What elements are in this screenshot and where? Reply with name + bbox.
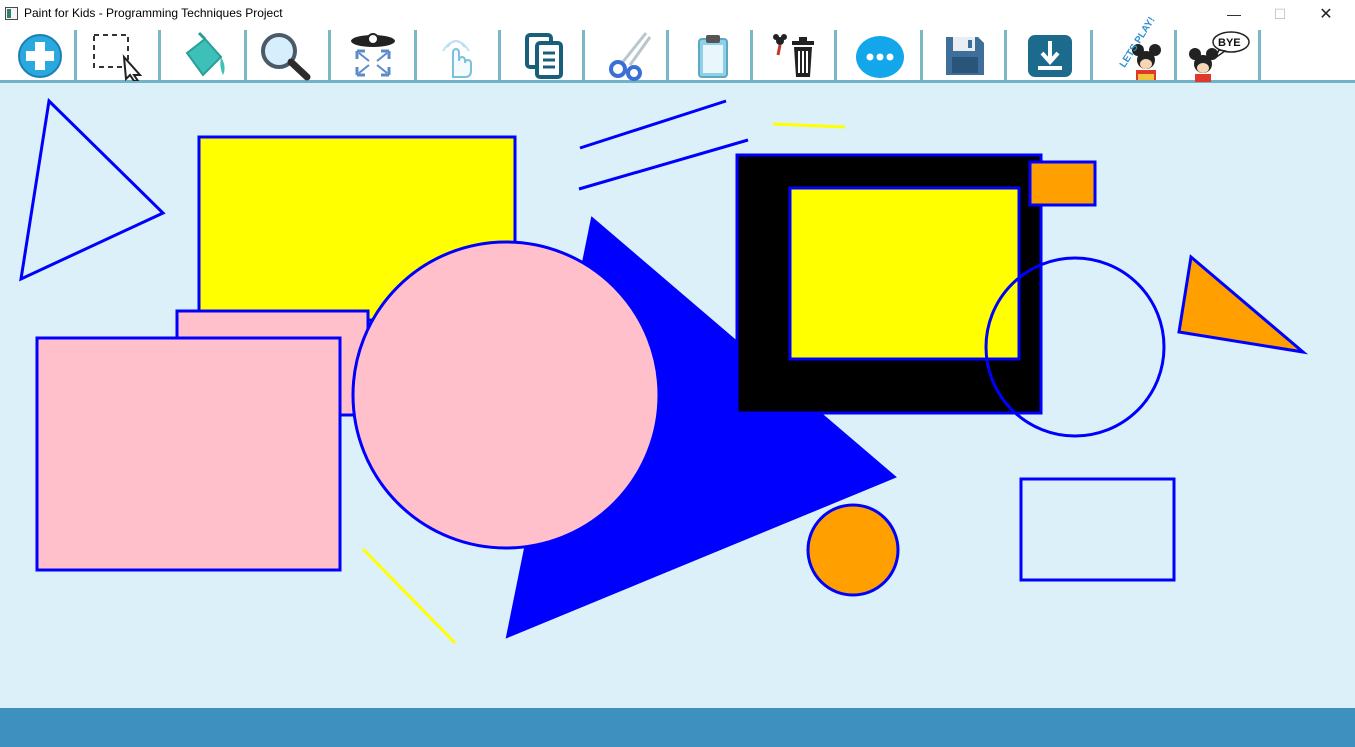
exit-label: BYE — [1218, 37, 1241, 49]
toolbar-separator — [666, 30, 669, 80]
toolbar-separator — [1090, 30, 1093, 80]
paste-button[interactable] — [672, 31, 752, 80]
close-button[interactable]: ✕ — [1303, 0, 1349, 28]
toolbar-separator — [834, 30, 837, 80]
copy-button[interactable] — [503, 31, 583, 80]
inner-yellow-rectangle[interactable] — [788, 186, 1021, 361]
add-figure-icon — [18, 33, 62, 78]
delete-button[interactable] — [756, 31, 836, 80]
toolbar-separator — [328, 30, 331, 80]
blue-line-top[interactable] — [579, 99, 727, 150]
toolbar-separator — [498, 30, 501, 80]
zoom-icon — [261, 32, 311, 80]
resize-button[interactable] — [333, 31, 413, 80]
yellow-line-bottom[interactable] — [361, 547, 457, 645]
more-icon — [856, 35, 904, 78]
select-icon — [93, 33, 143, 81]
toolbar-separator — [1258, 30, 1261, 80]
save-icon — [946, 36, 984, 75]
copy-icon — [525, 32, 563, 79]
orange-triangle[interactable] — [1177, 254, 1309, 355]
toolbar-separator — [1004, 30, 1007, 80]
zoom-button[interactable] — [245, 31, 325, 80]
more-options-button[interactable] — [840, 31, 920, 80]
move-button[interactable] — [418, 31, 498, 80]
select-button[interactable] — [78, 31, 158, 81]
window-title: Paint for Kids - Programming Techniques … — [24, 6, 283, 20]
outline-rectangle[interactable] — [1019, 477, 1176, 582]
cut-icon — [609, 31, 652, 81]
small-orange-rectangle[interactable] — [1028, 160, 1097, 207]
save-button[interactable] — [925, 31, 1005, 80]
load-icon — [1028, 34, 1072, 77]
minimize-button[interactable]: — — [1211, 0, 1257, 28]
outline-triangle[interactable] — [19, 97, 166, 282]
toolbar: LETS PLAY! BYE — [0, 15, 1355, 83]
load-button[interactable] — [1010, 31, 1090, 80]
hand-move-icon — [442, 39, 472, 78]
toolbar-separator — [158, 30, 161, 80]
app-window: Paint for Kids - Programming Techniques … — [0, 0, 1355, 747]
toolbar-separator — [582, 30, 585, 80]
toolbar-separator — [750, 30, 753, 80]
play-mode-button[interactable]: LETS PLAY! — [1094, 15, 1174, 80]
toolbar-separator — [414, 30, 417, 80]
paste-icon — [698, 34, 728, 78]
blue-line-bottom[interactable] — [578, 138, 749, 191]
orange-circle[interactable] — [806, 503, 900, 597]
toolbar-separator — [920, 30, 923, 80]
drawing-surface[interactable] — [0, 83, 1355, 708]
drawing-canvas[interactable] — [0, 83, 1355, 708]
app-icon — [5, 7, 18, 20]
fill-color-button[interactable] — [163, 31, 243, 80]
resize-icon — [351, 32, 395, 76]
cut-button[interactable] — [588, 31, 668, 81]
maximize-button[interactable]: ☐ — [1257, 0, 1303, 28]
toolbar-separator — [1174, 30, 1177, 80]
fill-bucket-icon — [185, 31, 225, 77]
yellow-line-top[interactable] — [772, 122, 846, 129]
pink-rectangle-front[interactable] — [35, 336, 342, 572]
exit-button[interactable]: BYE — [1178, 30, 1258, 82]
status-bar — [0, 708, 1355, 747]
pink-circle[interactable] — [351, 240, 661, 550]
add-figure-button[interactable] — [0, 31, 80, 80]
toolbar-separator — [74, 30, 77, 80]
delete-icon — [773, 33, 814, 77]
